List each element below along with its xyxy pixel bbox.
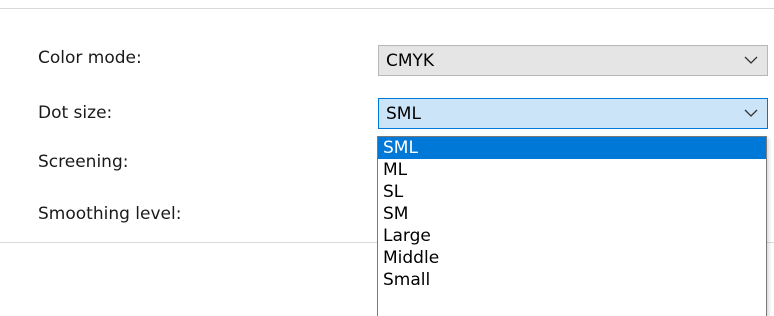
chevron-down-icon (744, 56, 758, 64)
dot-size-value: SML (386, 104, 421, 124)
dot-size-option[interactable]: SML (378, 137, 766, 159)
dot-size-option[interactable]: Middle (378, 247, 766, 269)
dot-size-label: Dot size: (38, 103, 113, 123)
color-mode-label: Color mode: (38, 48, 142, 68)
dot-size-option[interactable]: Large (378, 225, 766, 247)
dot-size-dropdown-list[interactable]: SML ML SL SM Large Middle Small (377, 136, 767, 316)
dot-size-option[interactable]: SM (378, 203, 766, 225)
smoothing-level-label: Smoothing level: (38, 204, 182, 224)
chevron-down-icon (744, 109, 758, 117)
dot-size-select[interactable]: SML (378, 98, 768, 129)
dot-size-option[interactable]: ML (378, 159, 766, 181)
print-settings-panel: Color mode: CMYK Dot size: SML Screening… (0, 0, 774, 316)
top-divider (0, 8, 774, 9)
dot-size-option[interactable]: Small (378, 269, 766, 291)
dot-size-option[interactable]: SL (378, 181, 766, 203)
color-mode-value: CMYK (386, 51, 435, 71)
screening-label: Screening: (38, 152, 129, 172)
color-mode-select[interactable]: CMYK (378, 45, 768, 76)
